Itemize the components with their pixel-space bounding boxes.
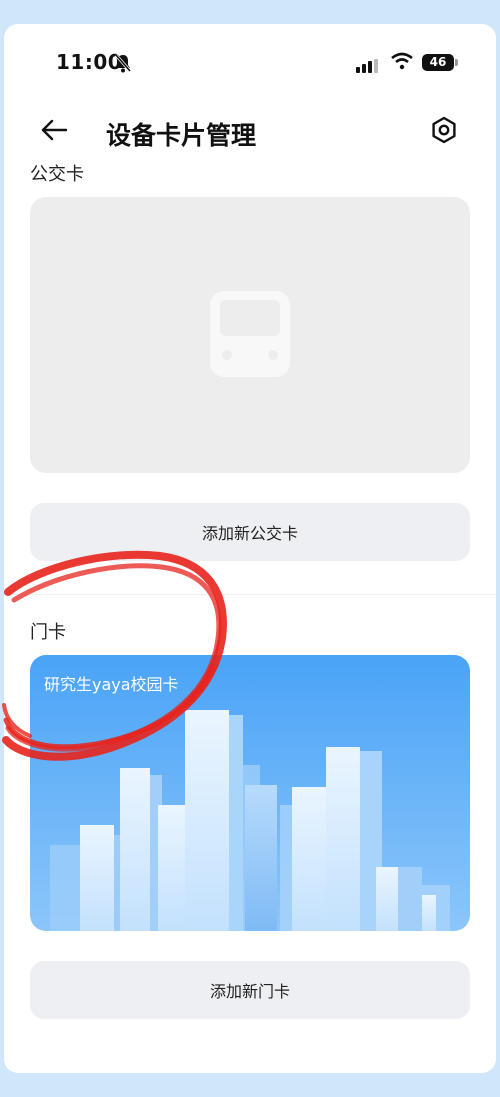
header: 设备卡片管理: [4, 100, 496, 166]
page-title: 设备卡片管理: [106, 121, 257, 150]
battery-tip: [455, 59, 458, 66]
divider: [4, 594, 496, 595]
battery-icon: 46: [422, 54, 454, 71]
door-card[interactable]: 研究生yaya校园卡: [30, 655, 470, 931]
settings-icon: [432, 116, 456, 144]
status-time: 11:00: [56, 50, 123, 74]
settings-button[interactable]: [424, 110, 464, 150]
back-arrow-icon: [41, 119, 68, 141]
bell-mute-icon: [114, 53, 132, 77]
bus-icon: [210, 291, 290, 381]
city-skyline-illustration: [30, 655, 470, 931]
signal-icon: [356, 58, 380, 77]
wifi-icon: [390, 52, 414, 74]
back-button[interactable]: [34, 110, 74, 150]
phone-screen: 11:00 46 设备卡片管理 公交卡 添加新公交卡 门卡 研究生yaya校园卡…: [4, 24, 496, 1073]
transit-section-label: 公交卡: [30, 164, 84, 185]
status-bar: 11:00 46: [4, 24, 496, 100]
transit-card-placeholder: [30, 197, 470, 473]
door-section-label: 门卡: [30, 622, 66, 643]
door-card-name: 研究生yaya校园卡: [44, 675, 179, 694]
add-door-card-button[interactable]: 添加新门卡: [30, 961, 470, 1019]
add-transit-card-button[interactable]: 添加新公交卡: [30, 503, 470, 561]
